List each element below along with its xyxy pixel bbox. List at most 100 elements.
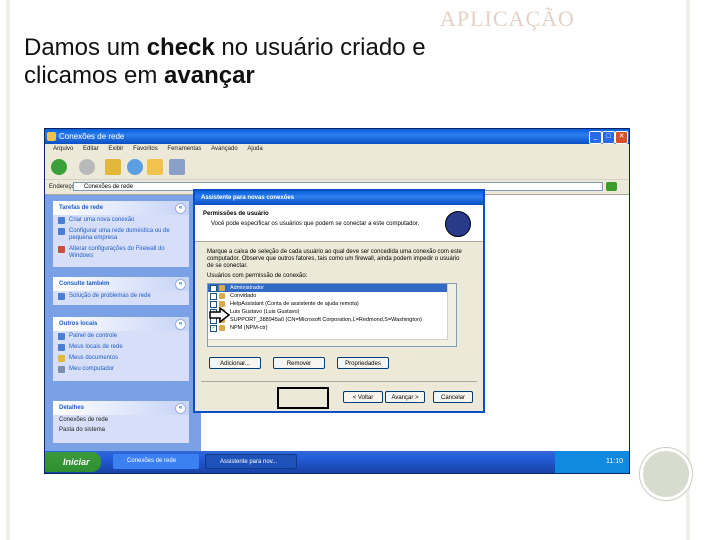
system-tray: 11:10 xyxy=(555,451,629,473)
dialog-description: Marque a caixa de seleção de cada usuári… xyxy=(207,249,462,269)
place-my-computer[interactable]: Meu computador xyxy=(53,364,189,375)
new-connection-icon xyxy=(58,217,65,224)
next-button[interactable]: Avançar > xyxy=(385,391,425,403)
panel-details: Detalhes « Conexões de rede Pasta do sist… xyxy=(53,401,189,443)
dialog-header-title: Permissões de usuário xyxy=(203,211,269,217)
title-bold-2: avançar xyxy=(164,62,255,89)
user-label: NPM (NPM-ctr) xyxy=(230,325,268,331)
task-troubleshoot[interactable]: Solução de problemas de rede xyxy=(53,291,189,302)
pointer-arrow-icon xyxy=(209,307,231,323)
place-network-places[interactable]: Meus locais de rede xyxy=(53,342,189,353)
panel-header: Outros locais « xyxy=(53,317,189,331)
collapse-chevron-icon[interactable]: « xyxy=(175,403,186,414)
views-icon[interactable] xyxy=(169,159,185,175)
panel-header: Consulte também « xyxy=(53,277,189,291)
go-arrow-icon[interactable] xyxy=(606,182,617,191)
place-control-panel[interactable]: Painel de controle xyxy=(53,331,189,342)
user-row[interactable]: HelpAssistant (Conta de assistente de aj… xyxy=(208,300,456,308)
user-icon xyxy=(219,325,225,331)
menu-tools[interactable]: Ferramentas xyxy=(167,146,201,152)
window-title: Conexões de rede xyxy=(59,132,125,141)
task-label: Configurar uma rede doméstica ou de pequ… xyxy=(69,228,170,241)
place-label: Meu computador xyxy=(69,366,115,372)
slide-decorative-circle xyxy=(640,448,692,500)
cancel-button[interactable]: Cancelar xyxy=(433,391,473,403)
folders-icon[interactable] xyxy=(147,159,163,175)
user-label: Administrador xyxy=(230,285,264,291)
window-titlebar: Conexões de rede _ □ ✕ xyxy=(45,129,629,144)
title-text-1: Damos um xyxy=(24,34,147,61)
user-label: Convidado xyxy=(230,293,257,299)
menu-file[interactable]: Arquivo xyxy=(53,146,73,152)
close-window-button[interactable]: ✕ xyxy=(615,131,628,144)
documents-folder-icon xyxy=(58,355,65,362)
dialog-header: Permissões de usuário Você pode especifi… xyxy=(195,205,483,242)
taskbar: Iniciar Conexões de rede Assistente para… xyxy=(45,451,629,473)
panel-header: Detalhes « xyxy=(53,401,189,415)
minimize-button[interactable]: _ xyxy=(589,131,602,144)
user-label: SUPPORT_388945a0 (CN=Microsoft Corporati… xyxy=(230,317,422,323)
user-checkbox[interactable] xyxy=(210,293,217,300)
menu-help[interactable]: Ajuda xyxy=(247,146,262,152)
task-label: Alterar configurações do Firewall do Win… xyxy=(69,246,165,259)
user-row[interactable]: SUPPORT_388945a0 (CN=Microsoft Corporati… xyxy=(208,316,456,324)
properties-button[interactable]: Propriedades xyxy=(337,357,389,369)
user-row[interactable]: Convidado xyxy=(208,292,456,300)
up-folder-icon[interactable] xyxy=(105,159,121,175)
new-connection-wizard-dialog: Assistente para novas conexões Permissõe… xyxy=(193,189,485,413)
user-row[interactable]: Administrador xyxy=(208,284,456,292)
user-label: Luis Gustavo (Luis Gustavo) xyxy=(230,309,300,315)
clock: 11:10 xyxy=(606,458,623,465)
panel-title: Detalhes xyxy=(59,405,85,411)
slide-left-stripe xyxy=(6,0,10,540)
panel-title: Tarefas de rede xyxy=(59,205,103,211)
back-button[interactable]: < Voltar xyxy=(343,391,383,403)
collapse-chevron-icon[interactable]: « xyxy=(175,203,186,214)
panel-title: Consulte também xyxy=(59,281,110,287)
collapse-chevron-icon[interactable]: « xyxy=(175,279,186,290)
user-checkbox[interactable] xyxy=(210,285,217,292)
task-firewall[interactable]: Alterar configurações do Firewall do Win… xyxy=(53,244,189,262)
user-list[interactable]: Administrador Convidado HelpAssistant (C… xyxy=(207,283,457,347)
slide-watermark: APLICAÇÃO xyxy=(440,6,575,31)
details-type: Pasta do sistema xyxy=(59,427,106,433)
vertical-scrollbar[interactable] xyxy=(447,284,456,346)
user-icon xyxy=(219,285,225,291)
menu-edit[interactable]: Editar xyxy=(83,146,99,152)
menu-favorites[interactable]: Favoritos xyxy=(133,146,158,152)
user-row[interactable]: ✓ NPM (NPM-ctr) xyxy=(208,324,456,332)
slide-title: Damos um check no usuário criado e clica… xyxy=(24,34,524,90)
menu-view[interactable]: Exibir xyxy=(108,146,123,152)
taskbar-item-wizard[interactable]: Assistente para nov... xyxy=(205,454,297,469)
place-label: Painel de controle xyxy=(69,333,118,339)
task-home-network[interactable]: Configurar uma rede doméstica ou de pequ… xyxy=(53,226,189,244)
back-arrow-icon[interactable] xyxy=(51,159,67,175)
taskbar-item-network[interactable]: Conexões de rede xyxy=(113,454,199,469)
user-row[interactable]: ✓Luis Gustavo (Luis Gustavo) xyxy=(208,308,456,316)
firewall-icon xyxy=(58,246,65,253)
collapse-chevron-icon[interactable]: « xyxy=(175,319,186,330)
place-my-documents[interactable]: Meus documentos xyxy=(53,353,189,364)
user-list-label: Usuários com permissão de conexão: xyxy=(207,273,308,279)
embedded-screenshot: Conexões de rede _ □ ✕ Arquivo Editar Ex… xyxy=(44,128,630,474)
add-user-button[interactable]: Adicionar... xyxy=(209,357,261,369)
maximize-button[interactable]: □ xyxy=(602,131,615,144)
place-label: Meus locais de rede xyxy=(69,344,123,350)
panel-network-tasks: Tarefas de rede « Criar uma nova conexão … xyxy=(53,201,189,267)
menu-advanced[interactable]: Avançado xyxy=(211,146,238,152)
start-button[interactable]: Iniciar xyxy=(45,452,101,472)
horizontal-scrollbar[interactable] xyxy=(208,339,448,346)
user-checkbox-checked[interactable]: ✓ xyxy=(210,325,217,332)
user-label: HelpAssistant (Conta de assistente de aj… xyxy=(230,301,359,307)
task-pane: Tarefas de rede « Criar uma nova conexão … xyxy=(45,195,201,451)
search-icon[interactable] xyxy=(127,159,143,175)
task-label: Criar uma nova conexão xyxy=(69,217,135,223)
forward-arrow-icon[interactable] xyxy=(79,159,95,175)
toolbar xyxy=(45,155,629,180)
computer-icon xyxy=(58,366,65,373)
remove-user-button[interactable]: Remover xyxy=(273,357,325,369)
user-icon xyxy=(219,293,225,299)
task-new-connection[interactable]: Criar uma nova conexão xyxy=(53,215,189,226)
wizard-icon xyxy=(445,211,471,237)
network-folder-icon xyxy=(47,132,56,141)
